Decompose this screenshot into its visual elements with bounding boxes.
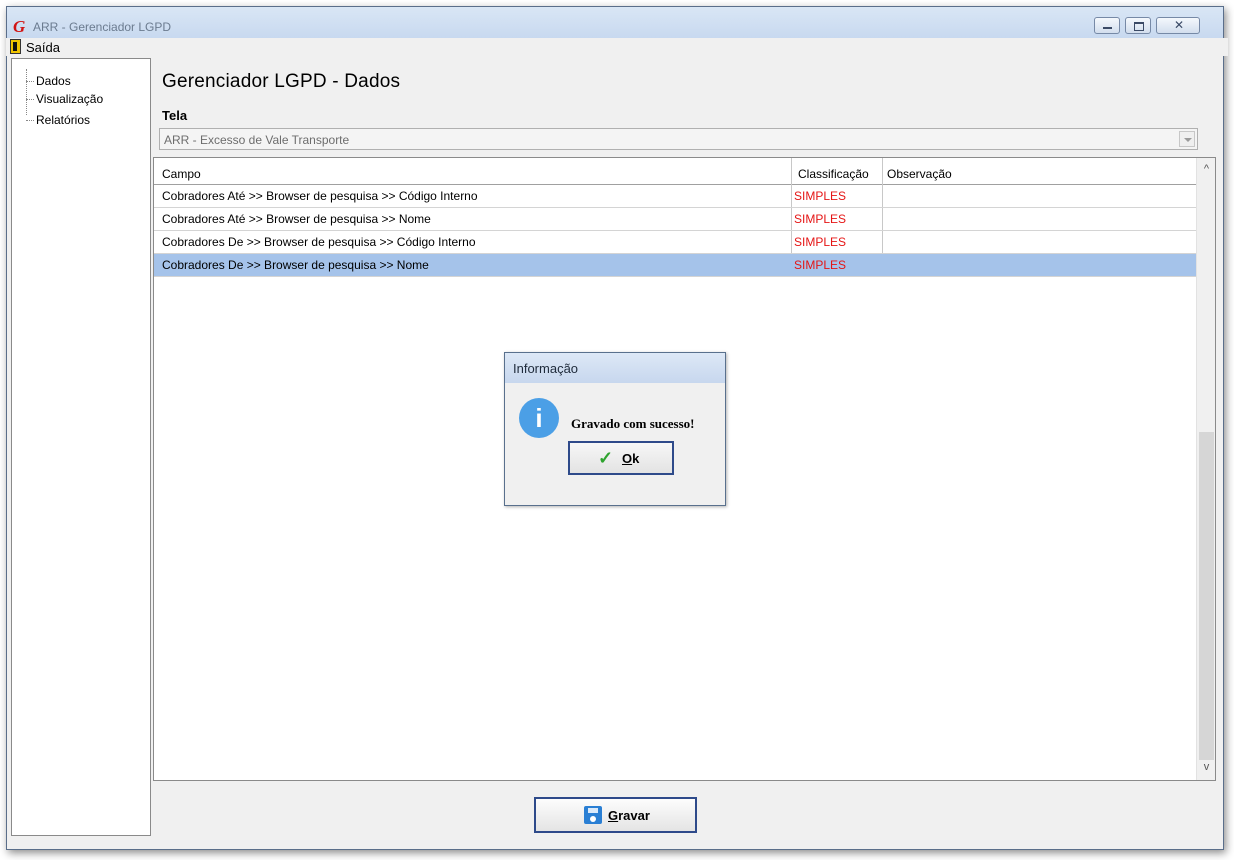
close-button[interactable]: ✕ [1156, 17, 1200, 34]
scroll-up-icon[interactable]: ^ [1201, 164, 1212, 175]
info-dialog: Informação i Gravado com sucesso! ✓ Ok [504, 352, 726, 506]
tree-connector [26, 69, 27, 115]
table-row[interactable]: Cobradores Até >> Browser de pesquisa >>… [154, 185, 1196, 208]
grid-header: Campo Classificação Observação [154, 158, 1196, 185]
exit-door-icon [10, 39, 21, 54]
tela-select-value: ARR - Excesso de Vale Transporte [164, 133, 350, 147]
info-icon: i [519, 398, 559, 438]
tela-label: Tela [162, 108, 188, 123]
tree-branch [26, 120, 34, 121]
dialog-title-bar[interactable]: Informação [505, 353, 725, 383]
floppy-disk-icon [584, 806, 602, 824]
ok-button-label: Ok [622, 451, 639, 466]
chevron-down-icon[interactable] [1179, 131, 1195, 147]
cell-campo: Cobradores Até >> Browser de pesquisa >>… [162, 212, 431, 226]
table-row-selected[interactable]: Cobradores De >> Browser de pesquisa >> … [154, 254, 1196, 277]
cell-classificacao: SIMPLES [794, 212, 847, 226]
column-header-observacao[interactable]: Observação [887, 167, 952, 181]
save-button-label: Gravar [608, 808, 650, 823]
cell-classificacao: SIMPLES [794, 258, 847, 272]
save-mnemonic: G [608, 808, 619, 823]
tree-item-label: Relatórios [36, 113, 91, 127]
app-logo-icon: G [13, 17, 26, 36]
vertical-scrollbar[interactable]: ^ v [1196, 158, 1215, 780]
save-label-rest: ravar [618, 808, 650, 823]
minimize-button[interactable] [1094, 17, 1120, 34]
tree-branch [26, 81, 34, 82]
cell-campo: Cobradores Até >> Browser de pesquisa >>… [162, 189, 478, 203]
table-row[interactable]: Cobradores Até >> Browser de pesquisa >>… [154, 208, 1196, 231]
cell-campo: Cobradores De >> Browser de pesquisa >> … [162, 258, 429, 272]
navigation-tree: Dados Visualização Relatórios [11, 58, 151, 836]
close-icon: ✕ [1174, 18, 1185, 32]
cell-classificacao: SIMPLES [794, 235, 847, 249]
checkmark-icon: ✓ [598, 448, 614, 468]
menu-bar: Saída [6, 38, 1228, 56]
ok-mnemonic: O [622, 451, 633, 466]
maximize-icon [1134, 22, 1144, 31]
tree-item-label: Visualização [36, 92, 104, 106]
dialog-title: Informação [513, 361, 579, 376]
ok-label-rest: k [632, 451, 640, 466]
column-header-classificacao[interactable]: Classificação [798, 167, 869, 181]
page-title: Gerenciador LGPD - Dados [162, 71, 401, 92]
tree-branch [26, 99, 34, 100]
minimize-icon [1103, 27, 1112, 29]
exit-menu[interactable]: Saída [6, 38, 66, 56]
ok-button[interactable]: ✓ Ok [568, 441, 674, 475]
tela-select[interactable]: ARR - Excesso de Vale Transporte [159, 128, 1198, 150]
scrollbar-thumb[interactable] [1199, 432, 1214, 760]
table-row[interactable]: Cobradores De >> Browser de pesquisa >> … [154, 231, 1196, 254]
cell-classificacao: SIMPLES [794, 189, 847, 203]
exit-menu-label: Saída [26, 40, 60, 55]
tree-item-label: Dados [36, 74, 71, 88]
window-title: ARR - Gerenciador LGPD [33, 20, 172, 34]
maximize-button[interactable] [1125, 17, 1151, 34]
scroll-down-icon[interactable]: v [1201, 762, 1212, 773]
cell-campo: Cobradores De >> Browser de pesquisa >> … [162, 235, 476, 249]
dialog-message: Gravado com sucesso! [571, 416, 695, 431]
column-header-campo[interactable]: Campo [162, 167, 201, 181]
save-button[interactable]: Gravar [534, 797, 697, 833]
